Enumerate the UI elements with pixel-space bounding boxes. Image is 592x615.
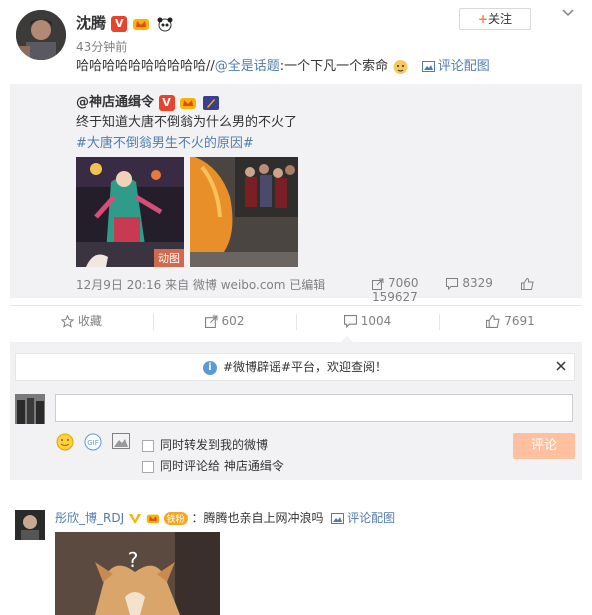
svg-text:?: ?: [128, 548, 139, 572]
comment-to-checkbox[interactable]: [142, 460, 154, 473]
gif-button[interactable]: GIF: [84, 433, 102, 455]
post-text-prefix: 哈哈哈哈哈哈哈哈哈哈//: [76, 59, 215, 74]
repost-comment-count: 8329: [462, 276, 493, 290]
verified-v-icon: [128, 513, 141, 524]
rumor-notice[interactable]: i #微博辟谣#平台，欢迎查阅！: [15, 353, 575, 381]
comment-to-label: 同时评论给 神店通缉令: [160, 459, 284, 473]
comment-count: 1004: [360, 314, 392, 328]
svg-text:GIF: GIF: [87, 439, 99, 447]
comment-pic-link[interactable]: 评论配图: [421, 59, 490, 74]
repost-count: 602: [221, 314, 245, 328]
thumbs-up-icon: [520, 277, 534, 290]
verified-v-icon: V: [111, 15, 128, 32]
topic-link[interactable]: #大唐不倒翁男生不火的原因#: [76, 132, 254, 151]
my-avatar: [15, 394, 45, 424]
close-icon[interactable]: [556, 360, 566, 374]
repost-option-label: 同时转发到我的微博: [160, 438, 269, 452]
gif-icon: GIF: [84, 433, 102, 451]
rocket-badge-icon: [202, 95, 219, 110]
repost-image-2[interactable]: [190, 157, 298, 267]
picture-icon: [331, 513, 345, 524]
comment-pic-link[interactable]: 评论配图: [331, 511, 395, 525]
crown-badge-icon: [133, 18, 150, 30]
repost-option[interactable]: 同时转发到我的微博: [142, 436, 268, 453]
repost-button[interactable]: 602: [153, 306, 296, 336]
submit-comment-button[interactable]: 评论: [513, 433, 575, 459]
like-button[interactable]: 7691: [439, 306, 582, 336]
comment-to-option[interactable]: 同时评论给 神店通缉令: [142, 457, 284, 474]
panda-badge-icon: [157, 17, 173, 31]
follow-button[interactable]: +关注: [459, 8, 531, 30]
picture-icon: [112, 433, 130, 449]
like-count: 7691: [504, 314, 535, 328]
repost-like-count: 159627: [372, 290, 418, 304]
comment-icon: [446, 277, 459, 290]
repost-text: 终于知道大唐不倒翁为什么男的不火了: [76, 115, 298, 130]
repost-forward-count: 7060: [388, 276, 419, 290]
author-name-row: 沈腾 V: [76, 12, 174, 33]
follow-label: 关注: [488, 12, 513, 26]
doge-emoji-icon: [393, 59, 408, 74]
author-name[interactable]: 沈腾: [76, 14, 106, 32]
info-icon: i: [202, 360, 217, 375]
repost-checkbox[interactable]: [142, 439, 154, 452]
comment-image[interactable]: ?: [55, 532, 220, 615]
comment-pic-label: 评论配图: [437, 59, 490, 74]
verified-v-icon: V: [158, 94, 175, 111]
repost-forward-stat[interactable]: 7060: [372, 276, 431, 290]
star-icon: [60, 315, 74, 328]
chevron-down-icon[interactable]: [562, 6, 574, 20]
image-upload-button[interactable]: [112, 433, 130, 453]
notice-text: #微博辟谣#平台，欢迎查阅！: [222, 360, 388, 374]
commenter-avatar[interactable]: [15, 510, 45, 540]
repost-meta[interactable]: 12月9日 20:16 来自 微博 weibo.com 已编辑: [76, 276, 325, 293]
comment-icon: [343, 315, 357, 328]
author-avatar[interactable]: [16, 10, 66, 60]
mention-link[interactable]: @全是话题: [215, 59, 280, 74]
repost-image-1[interactable]: 动图: [76, 157, 184, 267]
repost-stats: 7060 8329 159627: [372, 276, 592, 304]
picture-icon: [421, 61, 435, 72]
favorite-label: 收藏: [77, 314, 102, 328]
comment-line: 彤欣_博_RDJ 铁粉 ：腾腾也亲自上网冲浪吗 评论配图: [55, 509, 395, 526]
comment-text: ：腾腾也亲自上网冲浪吗: [191, 511, 324, 525]
repost-author-row: @神店通缉令 V: [76, 91, 220, 111]
crown-badge-icon: [180, 97, 197, 109]
smiley-icon: [56, 433, 74, 451]
crown-badge-icon: [146, 514, 160, 524]
forward-icon: [372, 278, 384, 290]
comment-pic-label: 评论配图: [347, 511, 396, 525]
action-bar: 收藏 602 1004 7691: [10, 305, 582, 335]
post-text: 哈哈哈哈哈哈哈哈哈哈//@全是话题:一个下凡一个索命 评论配图: [76, 58, 576, 76]
favorite-button[interactable]: 收藏: [10, 306, 153, 336]
thumbs-up-icon: [486, 315, 500, 328]
comment-button[interactable]: 1004: [296, 306, 439, 336]
comment-input[interactable]: [55, 394, 573, 422]
plus-icon: +: [477, 12, 489, 26]
gif-tag: 动图: [154, 249, 184, 267]
post-text-suffix: :一个下凡一个索命: [279, 59, 389, 74]
post-time[interactable]: 43分钟前: [76, 38, 127, 55]
commenter-name[interactable]: 彤欣_博_RDJ: [55, 511, 124, 525]
repost-author[interactable]: @神店通缉令: [76, 95, 154, 110]
repost-comment-stat[interactable]: 8329: [446, 276, 505, 290]
emoji-button[interactable]: [56, 433, 74, 455]
forward-icon: [204, 315, 218, 328]
fan-badge: 铁粉: [163, 512, 188, 525]
